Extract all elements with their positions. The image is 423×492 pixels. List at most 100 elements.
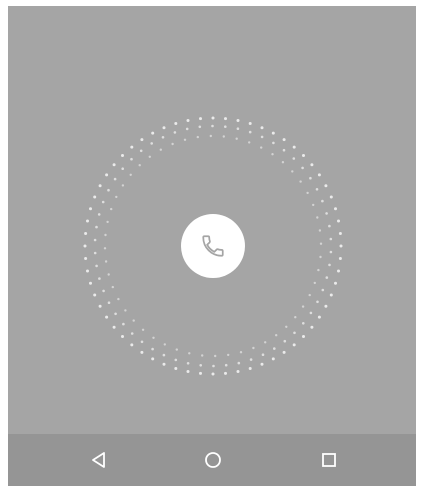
ring-dot bbox=[334, 207, 337, 211]
ring-dot bbox=[107, 273, 110, 276]
ring-dot bbox=[338, 257, 342, 260]
ring-dot bbox=[310, 325, 314, 329]
ring-dot bbox=[151, 131, 155, 135]
ring-dot bbox=[302, 154, 305, 157]
ring-dot bbox=[212, 364, 215, 368]
ring-dot bbox=[261, 353, 265, 357]
ring-dot bbox=[105, 173, 109, 177]
ring-dot bbox=[132, 319, 135, 322]
ring-dot bbox=[324, 184, 328, 188]
ring-dot bbox=[321, 288, 325, 292]
ring-dot bbox=[317, 173, 321, 177]
back-triangle-icon bbox=[92, 452, 105, 468]
ring-dot bbox=[162, 126, 166, 130]
ring-dot bbox=[159, 148, 162, 151]
ring-dot bbox=[316, 300, 319, 304]
ring-dot bbox=[93, 238, 97, 242]
ring-dot bbox=[152, 336, 155, 339]
home-button[interactable] bbox=[183, 434, 243, 486]
ring-dot bbox=[173, 131, 177, 134]
ring-dot bbox=[174, 358, 178, 362]
ring-dot bbox=[302, 335, 305, 338]
ring-dot bbox=[110, 207, 113, 211]
ring-dot bbox=[275, 334, 278, 337]
ring-dot bbox=[186, 370, 190, 373]
ring-dot bbox=[211, 116, 215, 120]
ring-dot bbox=[209, 134, 212, 138]
ring-dot bbox=[292, 145, 296, 149]
ring-dot bbox=[260, 146, 263, 149]
ring-dot bbox=[227, 353, 230, 357]
ring-dot bbox=[239, 351, 243, 354]
ring-dot bbox=[214, 354, 217, 358]
ring-dot bbox=[163, 343, 166, 346]
ring-dot bbox=[140, 138, 144, 142]
ring-dot bbox=[306, 191, 309, 195]
ring-dot bbox=[98, 277, 101, 280]
ring-dot bbox=[338, 232, 342, 235]
ring-dot bbox=[328, 263, 331, 267]
home-circle-icon bbox=[205, 452, 221, 468]
ring-dot bbox=[183, 138, 187, 141]
ring-dot bbox=[282, 138, 286, 142]
ring-dot bbox=[329, 195, 333, 199]
ring-dot bbox=[130, 343, 134, 347]
ring-dot bbox=[334, 281, 337, 285]
incoming-call-screen bbox=[8, 6, 416, 434]
ring-dot bbox=[211, 124, 214, 128]
ring-dot bbox=[310, 163, 314, 167]
ring-dot bbox=[283, 339, 287, 343]
ring-dot bbox=[161, 136, 165, 139]
ring-dot bbox=[86, 269, 89, 273]
ring-dot bbox=[293, 331, 296, 335]
back-button[interactable] bbox=[69, 434, 129, 486]
ring-dot bbox=[93, 293, 97, 297]
ring-dot bbox=[112, 325, 116, 329]
ring-dot bbox=[260, 362, 264, 366]
ring-dot bbox=[148, 155, 151, 158]
ring-dot bbox=[151, 357, 155, 361]
ring-dot bbox=[98, 184, 102, 188]
ring-dot bbox=[248, 367, 252, 370]
ring-dot bbox=[107, 301, 111, 305]
ring-dot bbox=[271, 131, 275, 135]
ring-dot bbox=[121, 335, 124, 338]
ring-dot bbox=[312, 203, 315, 207]
ring-dot bbox=[325, 276, 329, 279]
ring-dot bbox=[105, 315, 109, 319]
ring-dot bbox=[236, 127, 240, 130]
ring-dot bbox=[111, 285, 115, 289]
ring-dot bbox=[309, 176, 312, 180]
navigation-bar bbox=[8, 434, 416, 486]
ring-dot bbox=[325, 212, 328, 215]
ring-dot bbox=[273, 347, 276, 350]
ring-dot bbox=[292, 157, 296, 160]
ring-dot bbox=[198, 125, 202, 129]
ring-dot bbox=[174, 367, 178, 370]
ring-dot bbox=[130, 145, 134, 149]
ring-dot bbox=[260, 135, 264, 139]
ring-dot bbox=[248, 122, 252, 125]
ring-dot bbox=[302, 322, 305, 325]
ring-dot bbox=[248, 141, 251, 144]
ring-dot bbox=[114, 312, 117, 316]
ring-dot bbox=[272, 141, 275, 145]
ring-dot bbox=[199, 371, 202, 375]
ring-dot bbox=[329, 237, 333, 241]
answer-call-button[interactable] bbox=[181, 214, 245, 278]
ring-dot bbox=[237, 361, 241, 365]
ring-dot bbox=[102, 289, 105, 293]
ring-dot bbox=[329, 250, 333, 254]
ring-dot bbox=[95, 264, 98, 268]
ring-dot bbox=[150, 142, 153, 145]
ring-dot bbox=[337, 219, 340, 223]
ring-dot bbox=[89, 207, 92, 211]
ring-dot bbox=[236, 370, 240, 373]
ring-dot bbox=[309, 311, 313, 315]
ring-dot bbox=[224, 125, 227, 128]
ring-dot bbox=[141, 328, 145, 331]
ring-dot bbox=[104, 260, 108, 263]
ring-dot bbox=[112, 163, 116, 167]
recents-button[interactable] bbox=[299, 434, 359, 486]
ring-dot bbox=[104, 233, 107, 237]
